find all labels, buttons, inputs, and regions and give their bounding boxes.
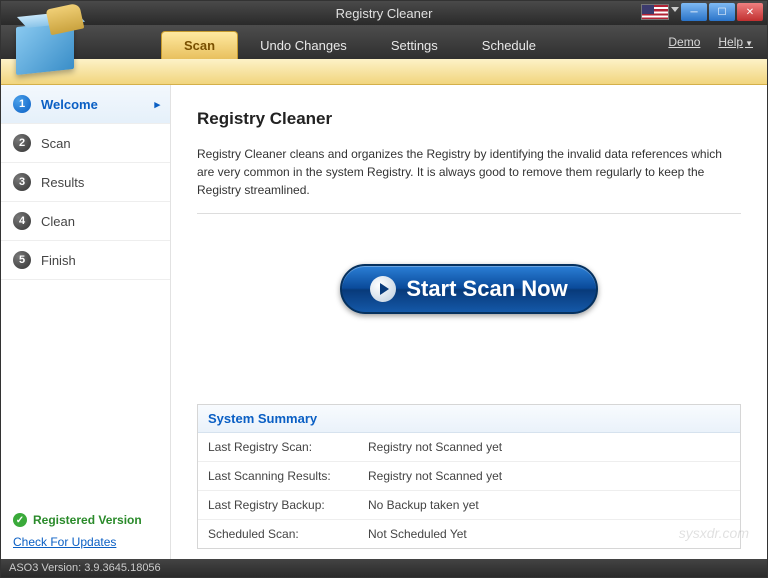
- summary-row: Last Registry Backup: No Backup taken ye…: [198, 491, 740, 520]
- tab-scan[interactable]: Scan: [161, 31, 238, 59]
- window-title: Registry Cleaner: [336, 6, 433, 21]
- toolbar-strip: [1, 59, 767, 85]
- sidebar-item-clean[interactable]: 4 Clean: [1, 202, 170, 241]
- step-number-icon: 5: [13, 251, 31, 269]
- app-logo-icon: [10, 6, 88, 78]
- step-number-icon: 2: [13, 134, 31, 152]
- sidebar-item-results[interactable]: 3 Results: [1, 163, 170, 202]
- divider: [197, 213, 741, 214]
- start-scan-label: Start Scan Now: [406, 276, 567, 302]
- sidebar: 1 Welcome 2 Scan 3 Results 4 Clean 5 Fin…: [1, 85, 171, 559]
- system-summary-panel: System Summary Last Registry Scan: Regis…: [197, 404, 741, 549]
- maximize-button[interactable]: ☐: [709, 3, 735, 21]
- menu-tabs: Scan Undo Changes Settings Schedule: [161, 25, 558, 59]
- registered-version-label: ✓ Registered Version: [13, 513, 158, 527]
- titlebar: Registry Cleaner ─ ☐ ✕: [1, 1, 767, 25]
- language-dropdown-icon[interactable]: [671, 7, 679, 12]
- start-scan-button[interactable]: Start Scan Now: [340, 264, 597, 314]
- tab-undo-changes[interactable]: Undo Changes: [238, 31, 369, 59]
- summary-label: Scheduled Scan:: [208, 527, 368, 541]
- sidebar-item-finish[interactable]: 5 Finish: [1, 241, 170, 280]
- page-description: Registry Cleaner cleans and organizes th…: [197, 145, 741, 199]
- tab-settings[interactable]: Settings: [369, 31, 460, 59]
- menubar: aso Scan Undo Changes Settings Schedule …: [1, 25, 767, 59]
- summary-label: Last Scanning Results:: [208, 469, 368, 483]
- language-flag-icon[interactable]: [641, 4, 669, 20]
- summary-row: Last Registry Scan: Registry not Scanned…: [198, 433, 740, 462]
- summary-label: Last Registry Backup:: [208, 498, 368, 512]
- main-panel: Registry Cleaner Registry Cleaner cleans…: [171, 85, 767, 559]
- summary-value: Registry not Scanned yet: [368, 440, 502, 454]
- check-updates-link[interactable]: Check For Updates: [13, 535, 158, 549]
- sidebar-item-label: Scan: [41, 136, 71, 151]
- summary-value: No Backup taken yet: [368, 498, 479, 512]
- close-button[interactable]: ✕: [737, 3, 763, 21]
- demo-link[interactable]: Demo: [668, 35, 700, 49]
- check-icon: ✓: [13, 513, 27, 527]
- step-number-icon: 4: [13, 212, 31, 230]
- summary-value: Registry not Scanned yet: [368, 469, 502, 483]
- summary-label: Last Registry Scan:: [208, 440, 368, 454]
- sidebar-item-scan[interactable]: 2 Scan: [1, 124, 170, 163]
- summary-header: System Summary: [198, 405, 740, 433]
- window-controls: ─ ☐ ✕: [681, 3, 763, 21]
- summary-value: Not Scheduled Yet: [368, 527, 467, 541]
- sidebar-item-label: Welcome: [41, 97, 98, 112]
- sidebar-item-label: Finish: [41, 253, 76, 268]
- step-number-icon: 1: [13, 95, 31, 113]
- sidebar-item-label: Results: [41, 175, 84, 190]
- sidebar-item-label: Clean: [41, 214, 75, 229]
- step-number-icon: 3: [13, 173, 31, 191]
- version-label: ASO3 Version: 3.9.3645.18056: [9, 562, 161, 574]
- minimize-button[interactable]: ─: [681, 3, 707, 21]
- summary-row: Last Scanning Results: Registry not Scan…: [198, 462, 740, 491]
- play-icon: [370, 276, 396, 302]
- summary-row: Scheduled Scan: Not Scheduled Yet: [198, 520, 740, 548]
- tab-schedule[interactable]: Schedule: [460, 31, 558, 59]
- statusbar: ASO3 Version: 3.9.3645.18056: [1, 559, 767, 577]
- help-link[interactable]: Help▼: [718, 35, 753, 49]
- sidebar-item-welcome[interactable]: 1 Welcome: [1, 85, 170, 124]
- page-title: Registry Cleaner: [197, 109, 741, 129]
